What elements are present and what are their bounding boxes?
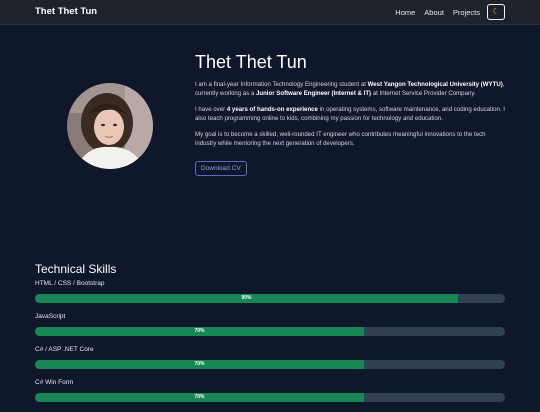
progress-bar: 70% — [35, 393, 505, 402]
skill-name: C# / ASP .NET Core — [35, 346, 94, 353]
progress-fill: 70% — [35, 393, 364, 402]
skill-name: C# Win Form — [35, 379, 74, 386]
download-cv-button[interactable]: Download CV — [195, 161, 247, 177]
skill-item: C# Win Form 70% — [35, 379, 505, 412]
progress-fill: 70% — [35, 360, 364, 369]
nav-link-projects[interactable]: Projects — [453, 8, 480, 17]
nav-link-about[interactable]: About — [424, 8, 444, 17]
skill-item: C# / ASP .NET Core 70% — [35, 346, 505, 379]
skill-name: JavaScript — [35, 313, 66, 320]
skills-heading: Technical Skills — [35, 262, 117, 276]
progress-bar: 90% — [35, 294, 505, 303]
intro-paragraph: I am a final-year Information Technology… — [195, 81, 505, 98]
page-title: Thet Thet Tun — [195, 52, 307, 72]
profile-photo — [67, 83, 153, 169]
skills-section: Technical Skills HTML / CSS / Bootstrap … — [35, 262, 505, 412]
moon-icon: ☾ — [492, 7, 500, 16]
nav-links: Home About Projects ☾ — [386, 4, 505, 20]
avatar — [67, 83, 153, 169]
skill-name: HTML / CSS / Bootstrap — [35, 280, 105, 287]
skill-item: JavaScript 70% — [35, 313, 505, 346]
goal-paragraph: My goal is to become a skilled, well-rou… — [195, 130, 486, 148]
theme-toggle-button[interactable]: ☾ — [487, 4, 505, 20]
experience-paragraph: I have over 4 years of hands-on experien… — [195, 105, 505, 123]
skill-item: HTML / CSS / Bootstrap 90% — [35, 280, 505, 313]
progress-bar: 70% — [35, 360, 505, 369]
nav-link-home[interactable]: Home — [395, 8, 415, 17]
hero-section: Thet Thet Tun I am a final-year Informat… — [195, 52, 507, 177]
progress-bar: 70% — [35, 327, 505, 336]
navbar: Thet Thet Tun Home About Projects ☾ — [0, 0, 540, 25]
progress-fill: 90% — [35, 294, 458, 303]
progress-fill: 70% — [35, 327, 364, 336]
brand-name[interactable]: Thet Thet Tun — [35, 6, 97, 17]
